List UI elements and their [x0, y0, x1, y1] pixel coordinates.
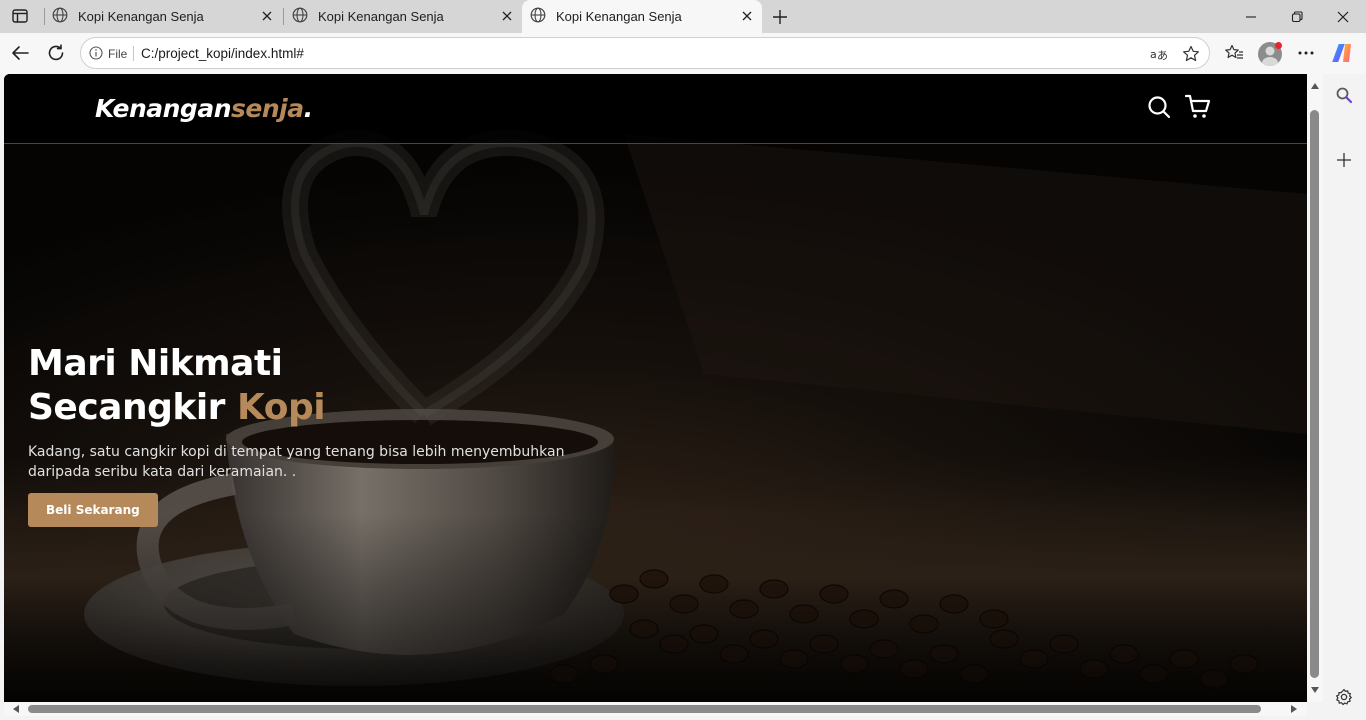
tab-1[interactable]: Kopi Kenangan Senja: [44, 0, 282, 33]
page-viewport: Kenangansenja. Mari Nikmati Secangkir Ko…: [4, 74, 1307, 702]
close-icon[interactable]: [260, 9, 274, 23]
plus-icon[interactable]: [769, 6, 791, 28]
svg-text:あ: あ: [1157, 49, 1168, 62]
restore-icon[interactable]: [1286, 6, 1308, 28]
hero-title-line1: Mari Nikmati: [28, 343, 283, 384]
tab-title: Kopi Kenangan Senja: [556, 9, 682, 24]
star-icon[interactable]: [1181, 44, 1201, 64]
close-icon[interactable]: [500, 9, 514, 23]
back-icon[interactable]: [8, 41, 32, 65]
favorites-icon[interactable]: [1222, 41, 1246, 65]
logo-text-main: Kenangan: [95, 94, 232, 123]
buy-now-button[interactable]: Beli Sekarang: [28, 493, 158, 527]
vertical-scroll-thumb[interactable]: [1310, 110, 1319, 678]
horizontal-scrollbar[interactable]: [4, 702, 1307, 716]
scheme-label: File: [108, 47, 128, 61]
sidebar-toggle-icon[interactable]: [10, 7, 30, 25]
close-window-icon[interactable]: [1332, 6, 1354, 28]
settings-icon[interactable]: [1333, 686, 1355, 708]
copilot-icon[interactable]: [1332, 42, 1354, 64]
profile-alert-dot: [1275, 42, 1282, 49]
tab-2[interactable]: Kopi Kenangan Senja: [284, 0, 522, 33]
browser-toolbar: File C:/project_kopi/index.html# aあ: [0, 33, 1366, 74]
more-icon[interactable]: [1294, 41, 1318, 65]
site-logo[interactable]: Kenangansenja.: [95, 94, 313, 123]
scrollbar-corner: [1307, 702, 1323, 720]
horizontal-scroll-thumb[interactable]: [28, 705, 1261, 713]
scroll-left-arrow-icon[interactable]: [11, 704, 21, 714]
search-icon[interactable]: [1146, 94, 1172, 120]
scroll-down-arrow-icon[interactable]: [1310, 685, 1320, 695]
edge-sidebar: [1323, 74, 1366, 720]
globe-icon: [292, 7, 308, 26]
search-icon[interactable]: [1333, 84, 1355, 106]
logo-text-accent: senja: [231, 94, 304, 123]
hero-title-accent: Kopi: [236, 387, 326, 428]
address-bar[interactable]: File C:/project_kopi/index.html# aあ: [80, 37, 1210, 69]
scroll-up-arrow-icon[interactable]: [1310, 81, 1320, 91]
read-aloud-icon[interactable]: aあ: [1149, 44, 1169, 64]
hero-title-plain: Secangkir: [28, 387, 237, 428]
address-divider: [133, 46, 134, 61]
tab-3-active[interactable]: Kopi Kenangan Senja: [522, 0, 762, 33]
logo-dot: .: [303, 94, 314, 123]
globe-icon: [52, 7, 68, 26]
tab-strip: Kopi Kenangan Senja Kopi Kenangan Senja …: [0, 0, 1366, 33]
hero-description: Kadang, satu cangkir kopi di tempat yang…: [28, 444, 565, 480]
close-icon[interactable]: [740, 9, 754, 23]
tab-title: Kopi Kenangan Senja: [78, 9, 204, 24]
site-info-button[interactable]: File: [89, 45, 127, 63]
scroll-right-arrow-icon[interactable]: [1289, 704, 1299, 714]
minimize-icon[interactable]: [1240, 6, 1262, 28]
hero-title-line2: Secangkir Kopi: [28, 386, 628, 430]
hero-content: Mari Nikmati Secangkir Kopi Kadang, satu…: [28, 342, 628, 527]
url-text[interactable]: C:/project_kopi/index.html#: [141, 46, 304, 61]
site-navbar: Kenangansenja.: [4, 74, 1307, 144]
hero-title: Mari Nikmati Secangkir Kopi: [28, 342, 628, 430]
refresh-icon[interactable]: [44, 41, 68, 65]
tab-title: Kopi Kenangan Senja: [318, 9, 444, 24]
svg-text:a: a: [1150, 48, 1157, 61]
cart-icon[interactable]: [1185, 94, 1211, 120]
globe-icon: [530, 7, 546, 26]
vertical-scrollbar[interactable]: [1307, 74, 1323, 702]
plus-icon[interactable]: [1333, 149, 1355, 171]
info-icon: [89, 45, 103, 63]
